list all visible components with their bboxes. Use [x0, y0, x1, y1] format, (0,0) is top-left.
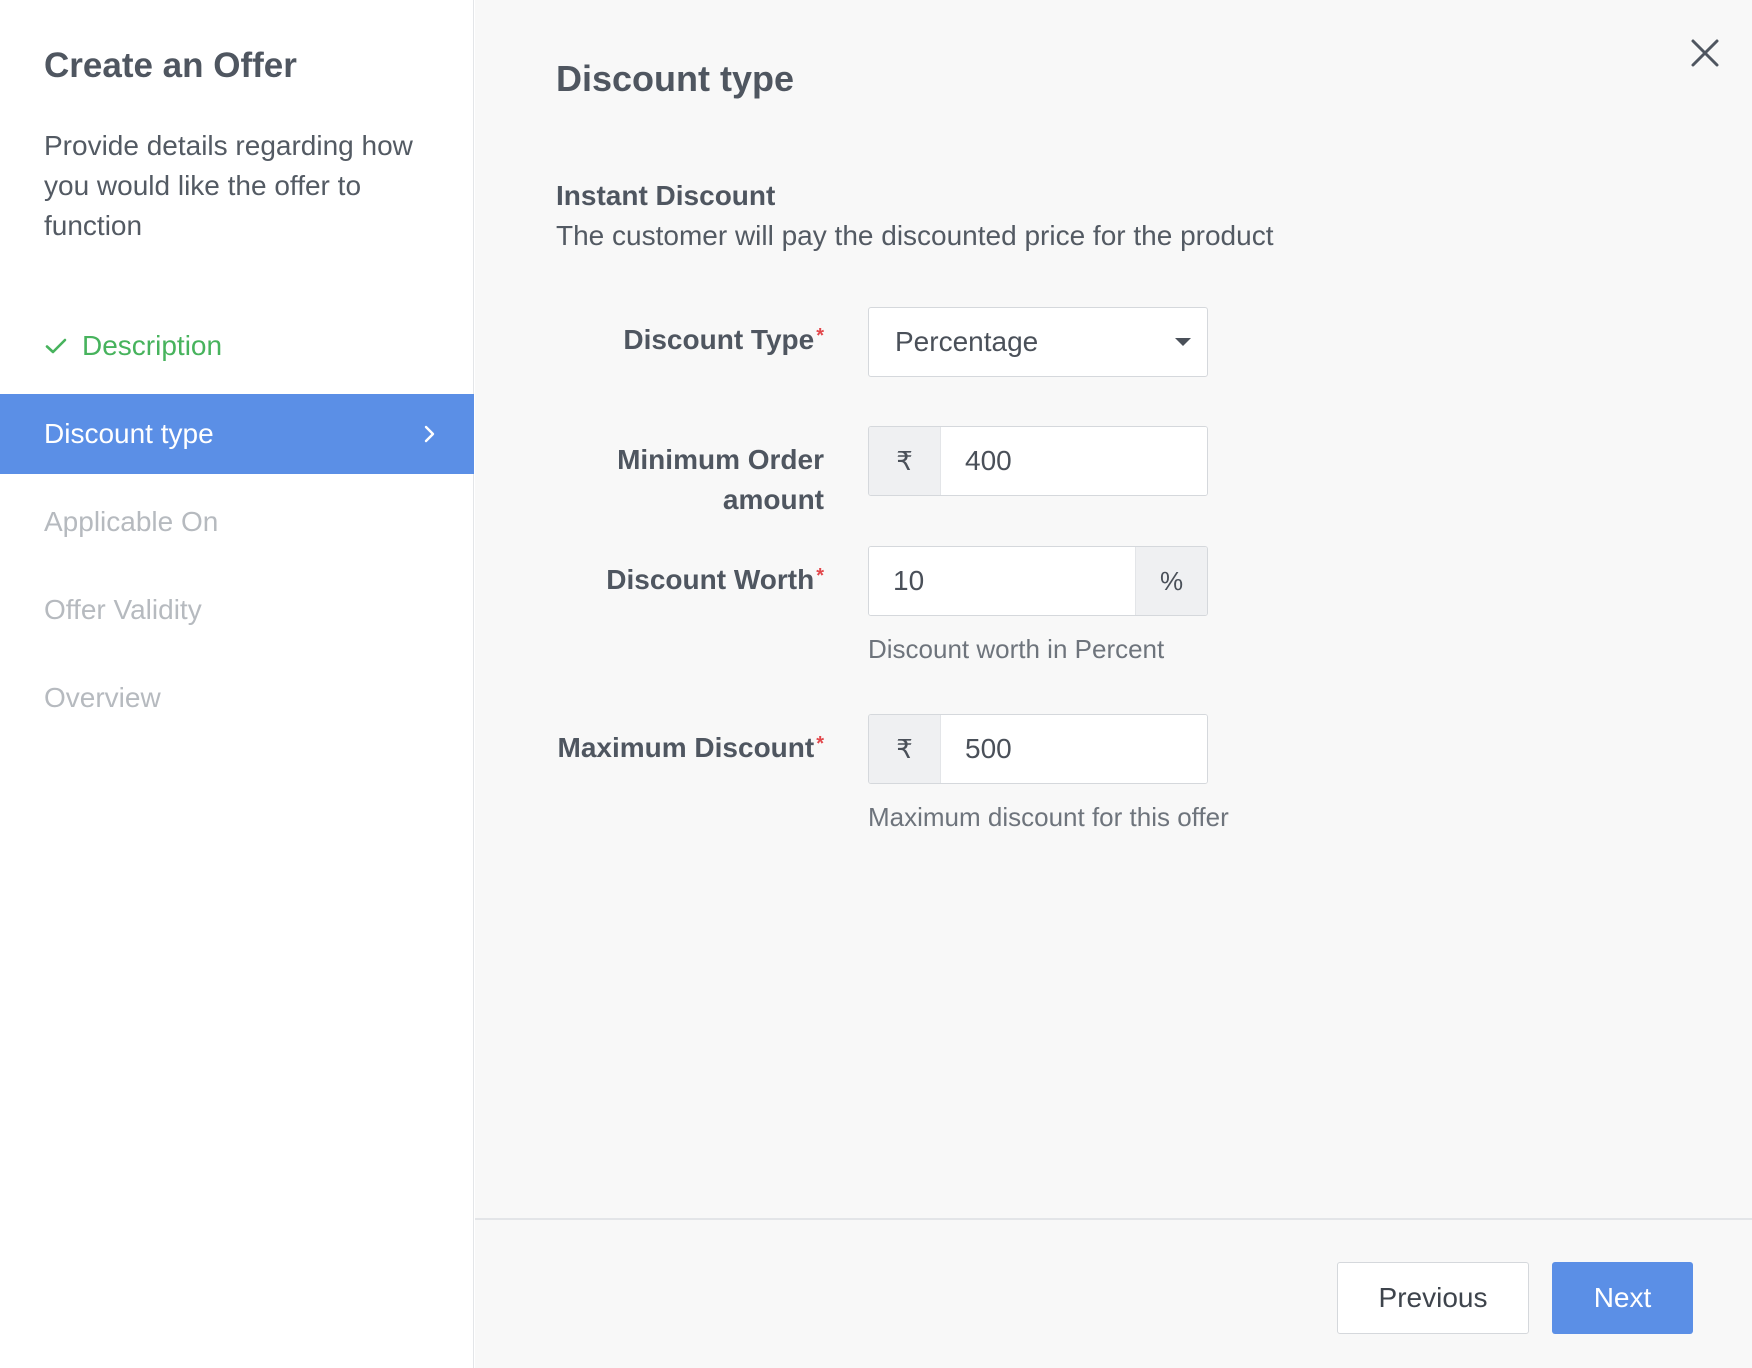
- sidebar-step-discount-type[interactable]: Discount type: [0, 394, 474, 474]
- maximum-discount-label: Maximum Discount *: [558, 728, 825, 768]
- required-mark: *: [816, 325, 824, 347]
- footer: Previous Next: [475, 1218, 1752, 1368]
- discount-worth-input[interactable]: 10: [869, 547, 1135, 615]
- sidebar: Create an Offer Provide details regardin…: [0, 0, 474, 1368]
- caret-down-icon: [1175, 338, 1191, 346]
- minimum-order-label-line2: amount: [722, 484, 824, 515]
- maximum-discount-input-group: ₹ 500: [868, 714, 1208, 784]
- check-icon: [44, 334, 68, 358]
- previous-button[interactable]: Previous: [1337, 1262, 1529, 1334]
- percent-suffix: %: [1135, 547, 1207, 615]
- discount-type-value: Percentage: [895, 326, 1039, 357]
- minimum-order-input[interactable]: 400: [941, 427, 1207, 495]
- discount-type-label-text: Discount Type: [623, 324, 815, 355]
- sidebar-step-description[interactable]: Description: [0, 306, 474, 386]
- minimum-order-label-line1: Minimum Order: [617, 444, 824, 475]
- sidebar-step-offer-validity[interactable]: Offer Validity: [0, 570, 474, 650]
- minimum-order-label: Minimum Order amount: [617, 440, 824, 520]
- step-label: Description: [82, 330, 223, 361]
- page-title: Discount type: [556, 58, 795, 99]
- discount-type-select[interactable]: Percentage: [868, 307, 1208, 377]
- main-panel: Discount type Instant Discount The custo…: [475, 0, 1752, 1368]
- step-label: Applicable On: [44, 506, 219, 537]
- sidebar-description: Provide details regarding how you would …: [44, 130, 413, 241]
- sidebar-step-overview[interactable]: Overview: [0, 658, 474, 738]
- required-mark: *: [816, 733, 824, 755]
- discount-worth-input-group: 10 %: [868, 546, 1208, 616]
- step-label: Discount type: [44, 418, 214, 449]
- step-label: Overview: [44, 682, 161, 713]
- maximum-discount-help: Maximum discount for this offer: [868, 802, 1229, 832]
- discount-worth-help: Discount worth in Percent: [868, 634, 1165, 664]
- section-title: Instant Discount: [556, 180, 776, 211]
- rupee-prefix: ₹: [869, 427, 941, 495]
- close-icon[interactable]: [1688, 36, 1722, 70]
- discount-type-label: Discount Type *: [623, 320, 824, 360]
- chevron-right-icon: [414, 419, 444, 449]
- discount-worth-label: Discount Worth *: [606, 560, 824, 600]
- section-description: The customer will pay the discounted pri…: [556, 220, 1274, 251]
- next-button[interactable]: Next: [1552, 1262, 1693, 1334]
- rupee-prefix: ₹: [869, 715, 941, 783]
- maximum-discount-input[interactable]: 500: [941, 715, 1207, 783]
- required-mark: *: [816, 565, 824, 587]
- sidebar-title: Create an Offer: [44, 46, 297, 85]
- sidebar-step-applicable-on[interactable]: Applicable On: [0, 482, 474, 562]
- maximum-discount-label-text: Maximum Discount: [557, 732, 815, 763]
- discount-worth-label-text: Discount Worth: [606, 564, 815, 595]
- step-label: Offer Validity: [44, 594, 202, 625]
- minimum-order-input-group: ₹ 400: [868, 426, 1208, 496]
